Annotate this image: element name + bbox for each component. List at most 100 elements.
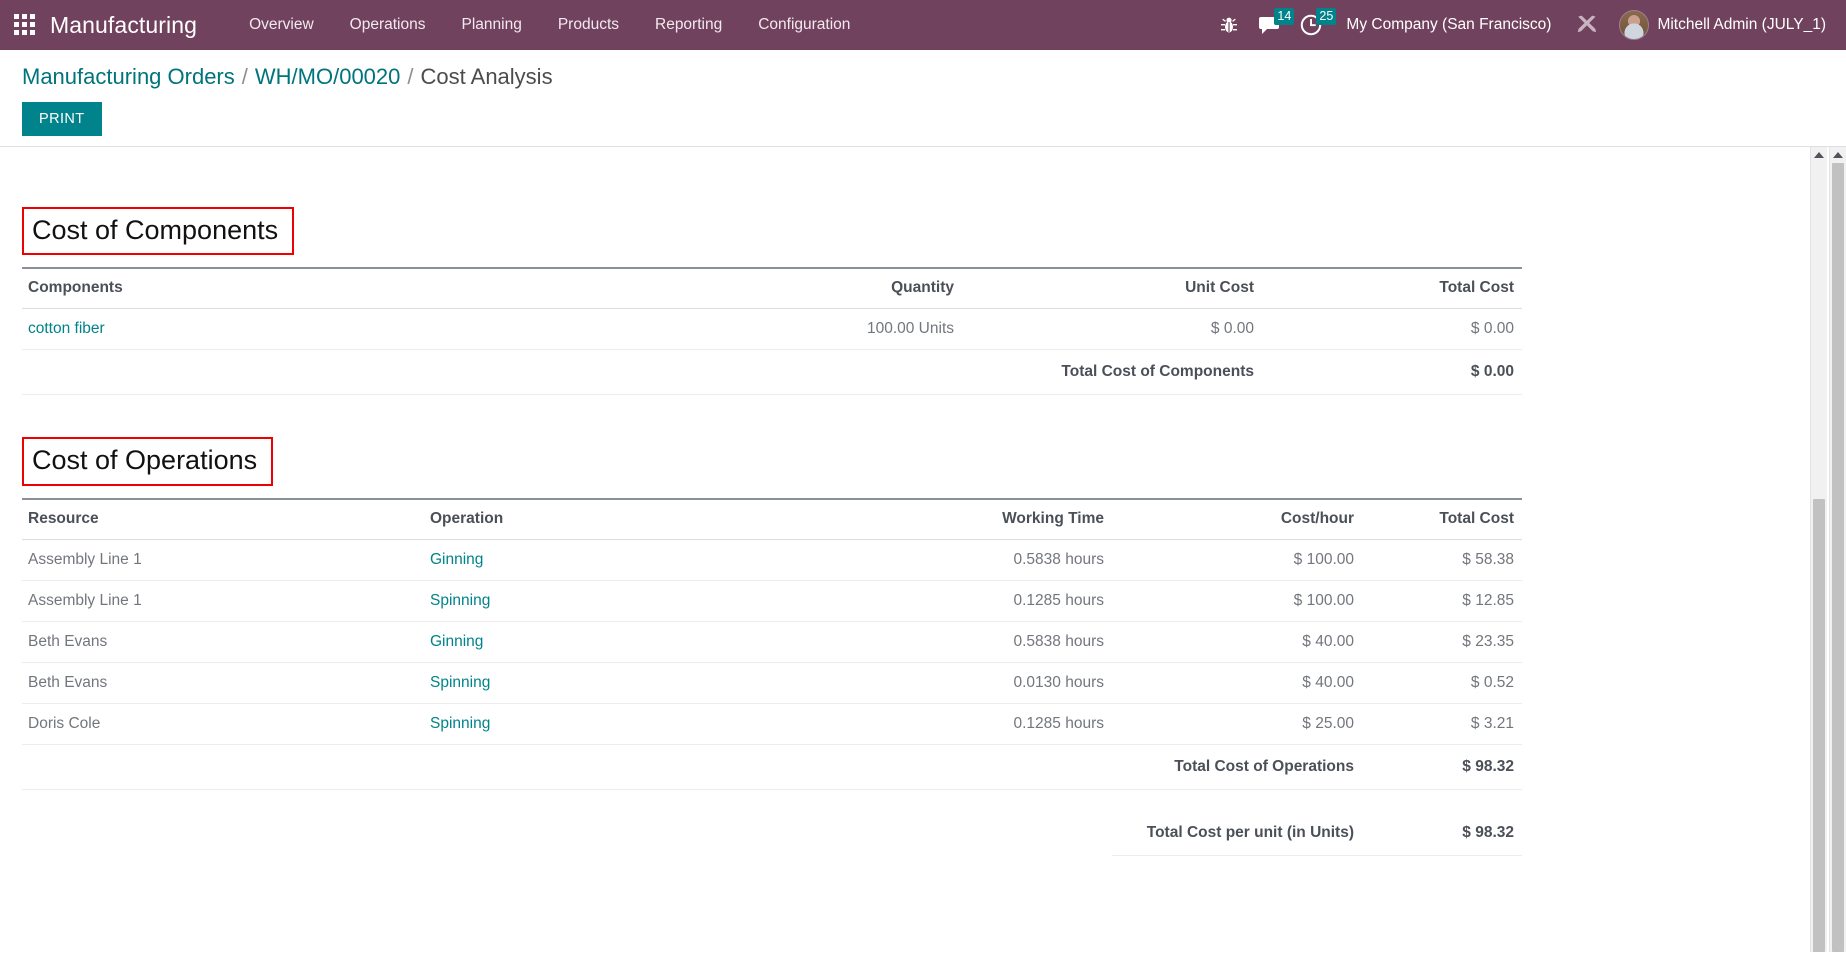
cell-empty <box>22 349 662 396</box>
total-per-unit-value: $ 98.32 <box>1362 789 1522 856</box>
top-navbar: Manufacturing Overview Operations Planni… <box>0 0 1846 50</box>
cell-total-cost: $ 12.85 <box>1362 580 1522 622</box>
bug-icon[interactable] <box>1210 0 1248 50</box>
operation-link[interactable]: Ginning <box>430 551 483 568</box>
cell-working-time: 0.5838 hours <box>862 621 1112 663</box>
cell-quantity: 100.00 Units <box>662 308 962 351</box>
breadcrumb: Manufacturing Orders / WH/MO/00020/Cost An… <box>22 62 1846 92</box>
cell-resource: Doris Cole <box>22 703 422 745</box>
cell-cost-per-hour: $ 100.00 <box>1112 539 1362 581</box>
menu-overview[interactable]: Overview <box>231 1 332 49</box>
breadcrumb-manufacturing-orders[interactable]: Manufacturing Orders <box>22 64 235 89</box>
report-sheet: Cost of Components Components Quantity U… <box>0 147 1846 856</box>
wrench-tools-icon[interactable] <box>1565 0 1609 50</box>
operation-link[interactable]: Spinning <box>430 592 490 609</box>
header-total-cost: Total Cost <box>1262 267 1522 310</box>
operation-link[interactable]: Spinning <box>430 674 490 691</box>
menu-configuration[interactable]: Configuration <box>740 1 868 49</box>
header-working-time: Working Time <box>862 497 1112 540</box>
cell-operation: Ginning <box>422 621 862 663</box>
cell-operation: Ginning <box>422 539 862 581</box>
header-components: Components <box>22 267 662 310</box>
cell-operation: Spinning <box>422 580 862 622</box>
table-row: Doris Cole Spinning 0.1285 hours $ 25.00… <box>22 703 1522 745</box>
activities-button[interactable]: 25 <box>1290 0 1337 50</box>
menu-reporting[interactable]: Reporting <box>637 1 740 49</box>
cost-of-components-table: Components Quantity Unit Cost Total Cost… <box>22 267 1522 396</box>
table-row: Assembly Line 1 Ginning 0.5838 hours $ 1… <box>22 539 1522 581</box>
total-per-unit-label: Total Cost per unit (in Units) <box>1112 789 1362 856</box>
cell-working-time: 0.1285 hours <box>862 703 1112 745</box>
cell-cost-per-hour: $ 100.00 <box>1112 580 1362 622</box>
cell-component-name: cotton fiber <box>22 308 662 351</box>
cell-cost-per-hour: $ 25.00 <box>1112 703 1362 745</box>
cell-total-cost: $ 58.38 <box>1362 539 1522 581</box>
component-link-cotton-fiber[interactable]: cotton fiber <box>28 320 105 337</box>
menu-planning[interactable]: Planning <box>444 1 540 49</box>
cell-empty <box>22 789 422 855</box>
breadcrumb-separator-2: / <box>407 64 414 89</box>
page-vertical-scrollbar[interactable] <box>1829 147 1846 952</box>
messages-button[interactable]: 14 <box>1248 0 1295 50</box>
print-button[interactable]: PRINT <box>22 102 102 136</box>
company-switcher[interactable]: My Company (San Francisco) <box>1332 16 1565 34</box>
header-total-cost: Total Cost <box>1362 497 1522 540</box>
cost-of-operations-table: Resource Operation Working Time Cost/hou… <box>22 497 1522 856</box>
user-avatar[interactable] <box>1619 10 1650 40</box>
apps-grid-icon[interactable] <box>14 14 36 36</box>
total-operations-value: $ 98.32 <box>1362 744 1522 790</box>
cost-of-components-title: Cost of Components <box>22 207 295 256</box>
cell-total-cost: $ 0.52 <box>1362 662 1522 704</box>
cell-unit-cost: $ 0.00 <box>962 308 1262 351</box>
cost-of-operations-title: Cost of Operations <box>22 437 274 486</box>
cell-resource: Beth Evans <box>22 662 422 704</box>
menu-operations[interactable]: Operations <box>332 1 444 49</box>
cell-empty <box>422 789 862 855</box>
cell-working-time: 0.0130 hours <box>862 662 1112 704</box>
total-components-label: Total Cost of Components <box>962 349 1262 396</box>
cell-working-time: 0.5838 hours <box>862 539 1112 581</box>
cell-operation: Spinning <box>422 703 862 745</box>
table-row: Beth Evans Spinning 0.0130 hours $ 40.00… <box>22 662 1522 704</box>
total-cost-of-components-row: Total Cost of Components $ 0.00 <box>22 349 1522 396</box>
header-cost-per-hour: Cost/hour <box>1112 497 1362 540</box>
cell-empty <box>422 744 862 790</box>
table-header-row: Components Quantity Unit Cost Total Cost <box>22 267 1522 310</box>
total-components-value: $ 0.00 <box>1262 349 1522 396</box>
control-panel: Manufacturing Orders / WH/MO/00020/Cost An… <box>0 50 1846 147</box>
operation-link[interactable]: Spinning <box>430 715 490 732</box>
page-scrollbar-thumb[interactable] <box>1832 163 1844 952</box>
cell-working-time: 0.1285 hours <box>862 580 1112 622</box>
header-quantity: Quantity <box>662 267 962 310</box>
cell-empty <box>862 744 1112 790</box>
cell-resource: Beth Evans <box>22 621 422 663</box>
operation-link[interactable]: Ginning <box>430 633 483 650</box>
header-resource: Resource <box>22 497 422 540</box>
scroll-up-arrow-icon[interactable] <box>1814 152 1824 158</box>
page-title: Cost Analysis <box>420 64 553 89</box>
total-operations-label: Total Cost of Operations <box>1112 744 1362 790</box>
cell-empty <box>22 744 422 790</box>
table-row: Assembly Line 1 Spinning 0.1285 hours $ … <box>22 580 1522 622</box>
app-brand-manufacturing[interactable]: Manufacturing <box>50 12 197 39</box>
total-cost-of-operations-row: Total Cost of Operations $ 98.32 <box>22 744 1522 790</box>
cell-operation: Spinning <box>422 662 862 704</box>
table-row: Beth Evans Ginning 0.5838 hours $ 40.00 … <box>22 621 1522 663</box>
inner-scrollbar-thumb[interactable] <box>1813 499 1825 952</box>
cell-total-cost: $ 3.21 <box>1362 703 1522 745</box>
breadcrumb-record-wh-mo-00020[interactable]: WH/MO/00020 <box>255 64 401 89</box>
cell-total-cost: $ 0.00 <box>1262 308 1522 351</box>
activities-count-badge: 25 <box>1316 8 1337 25</box>
cell-empty <box>662 349 962 396</box>
cell-cost-per-hour: $ 40.00 <box>1112 662 1362 704</box>
user-menu[interactable]: Mitchell Admin (JULY_1) <box>1657 16 1838 34</box>
menu-products[interactable]: Products <box>540 1 637 49</box>
breadcrumb-separator-1: / <box>241 64 248 89</box>
inner-vertical-scrollbar[interactable] <box>1810 147 1827 952</box>
cell-cost-per-hour: $ 40.00 <box>1112 621 1362 663</box>
scroll-up-arrow-icon[interactable] <box>1833 152 1843 158</box>
report-scroll-area: Cost of Components Components Quantity U… <box>0 147 1846 952</box>
cell-resource: Assembly Line 1 <box>22 539 422 581</box>
table-header-row: Resource Operation Working Time Cost/hou… <box>22 497 1522 540</box>
cell-total-cost: $ 23.35 <box>1362 621 1522 663</box>
